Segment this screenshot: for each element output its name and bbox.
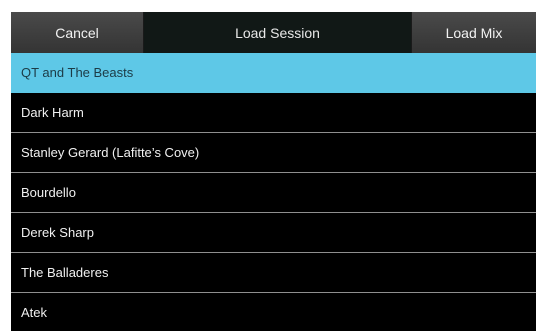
session-label: QT and The Beasts — [21, 65, 134, 80]
session-item-atek[interactable]: Atek — [11, 293, 536, 331]
dialog-title: Load Session — [144, 12, 411, 53]
session-item-stanley-gerard[interactable]: Stanley Gerard (Lafitte’s Cove) — [11, 133, 536, 173]
session-item-qt-and-the-beasts[interactable]: QT and The Beasts — [11, 53, 536, 93]
dialog-toolbar: Cancel Load Session Load Mix — [11, 12, 536, 53]
session-label: Dark Harm — [21, 105, 84, 120]
load-mix-button[interactable]: Load Mix — [411, 12, 536, 53]
session-item-dark-harm[interactable]: Dark Harm — [11, 93, 536, 133]
session-item-the-balladeres[interactable]: The Balladeres — [11, 253, 536, 293]
session-label: The Balladeres — [21, 265, 109, 280]
session-item-derek-sharp[interactable]: Derek Sharp — [11, 213, 536, 253]
load-session-dialog: Cancel Load Session Load Mix QT and The … — [11, 12, 536, 331]
session-label: Bourdello — [21, 185, 76, 200]
session-item-bourdello[interactable]: Bourdello — [11, 173, 536, 213]
session-label: Stanley Gerard (Lafitte’s Cove) — [21, 145, 200, 160]
cancel-button[interactable]: Cancel — [11, 12, 144, 53]
session-label: Atek — [21, 305, 48, 320]
session-list: QT and The Beasts Dark Harm Stanley Gera… — [11, 53, 536, 331]
session-label: Derek Sharp — [21, 225, 94, 240]
